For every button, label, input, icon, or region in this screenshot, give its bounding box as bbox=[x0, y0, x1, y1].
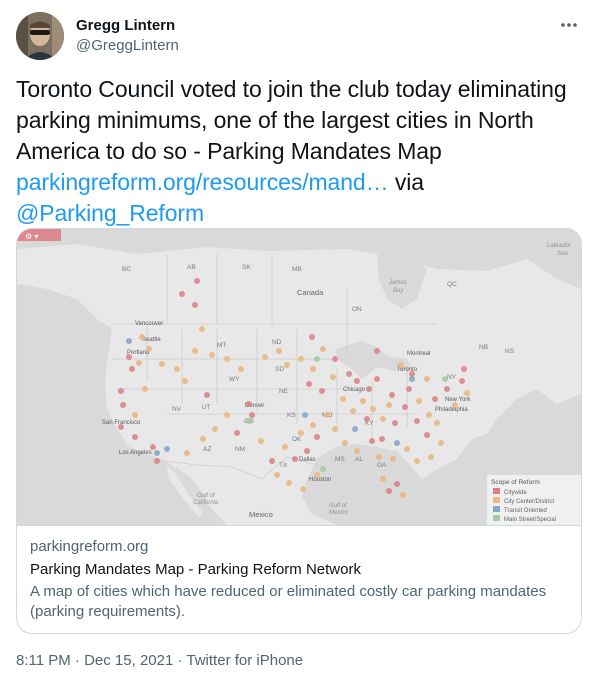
link-card[interactable]: BC AB SK MB Canada ON QC NB NS MT ND SD … bbox=[16, 228, 582, 634]
parking-map-graphic: BC AB SK MB Canada ON QC NB NS MT ND SD … bbox=[17, 229, 581, 525]
card-title: Parking Mandates Map - Parking Reform Ne… bbox=[30, 561, 361, 578]
profile-photo-icon bbox=[16, 12, 64, 60]
tweet-link[interactable]: parkingreform.org/resources/mand… bbox=[16, 169, 389, 195]
tweet-date[interactable]: Dec 15, 2021 bbox=[84, 652, 173, 669]
tweet-meta: 8:11 PM · Dec 15, 2021 · Twitter for iPh… bbox=[16, 651, 303, 671]
ellipsis-icon bbox=[561, 23, 577, 27]
tweet-text: Toronto Council voted to join the club t… bbox=[16, 74, 584, 229]
meta-separator-2: · bbox=[173, 652, 187, 669]
avatar[interactable] bbox=[16, 12, 64, 60]
author-display-name[interactable]: Gregg Lintern bbox=[76, 16, 179, 36]
card-domain: parkingreform.org bbox=[30, 538, 149, 555]
tweet-header: Gregg Lintern @GreggLintern bbox=[16, 12, 582, 62]
tweet-time[interactable]: 8:11 PM bbox=[16, 652, 71, 669]
tweet-body-text: Toronto Council voted to join the club t… bbox=[16, 76, 567, 164]
tweet-source[interactable]: Twitter for iPhone bbox=[186, 652, 303, 669]
author-names: Gregg Lintern @GreggLintern bbox=[76, 16, 179, 56]
tweet-mention[interactable]: @Parking_Reform bbox=[16, 200, 204, 226]
card-divider bbox=[17, 525, 581, 526]
card-description: A map of cities which have reduced or el… bbox=[30, 583, 547, 620]
card-body[interactable]: parkingreform.org Parking Mandates Map -… bbox=[30, 537, 570, 622]
meta-separator: · bbox=[70, 652, 85, 669]
author-handle[interactable]: @GreggLintern bbox=[76, 36, 179, 56]
more-options-button[interactable] bbox=[558, 14, 580, 36]
card-map-image[interactable]: BC AB SK MB Canada ON QC NB NS MT ND SD … bbox=[17, 229, 581, 525]
tweet-via-text: via bbox=[388, 169, 424, 195]
